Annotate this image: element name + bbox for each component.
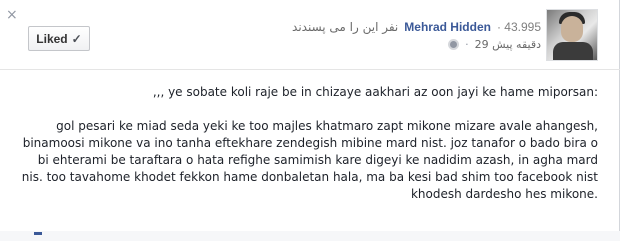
liked-button[interactable]: Liked ✓	[28, 26, 90, 51]
avatar-body	[553, 42, 593, 60]
check-icon: ✓	[71, 31, 82, 46]
timestamp-link[interactable]: 29 دقیقه پیش	[475, 38, 541, 51]
avatar[interactable]	[546, 9, 598, 61]
post-body: gol pesari ke miad seda yeki ke too majl…	[21, 119, 598, 201]
post-first-line: ,,, ye sobate koli raje be in chizaye aa…	[152, 85, 598, 99]
post-content: ,,, ye sobate koli raje be in chizaye aa…	[20, 78, 598, 203]
story-header: نفر این را می پسندند Mehrad Hidden · 43.…	[292, 20, 541, 34]
close-icon[interactable]: ×	[6, 8, 18, 22]
story-meta: · 29 دقیقه پیش	[448, 38, 541, 51]
meta-separator: ·	[465, 38, 469, 51]
globe-icon[interactable]	[448, 39, 460, 50]
author-name-link[interactable]: Mehrad Hidden	[404, 20, 491, 34]
like-count-text: نفر این را می پسندند	[292, 20, 399, 34]
feed-story: × Liked ✓ نفر این را می پسندند Mehrad Hi…	[0, 0, 620, 241]
header-divider	[0, 69, 620, 70]
story-footer	[0, 231, 620, 241]
like-count: · 43.995	[496, 20, 541, 34]
footer-like-icon[interactable]	[34, 232, 42, 235]
liked-button-label: Liked	[36, 31, 68, 46]
avatar-head	[561, 16, 583, 42]
